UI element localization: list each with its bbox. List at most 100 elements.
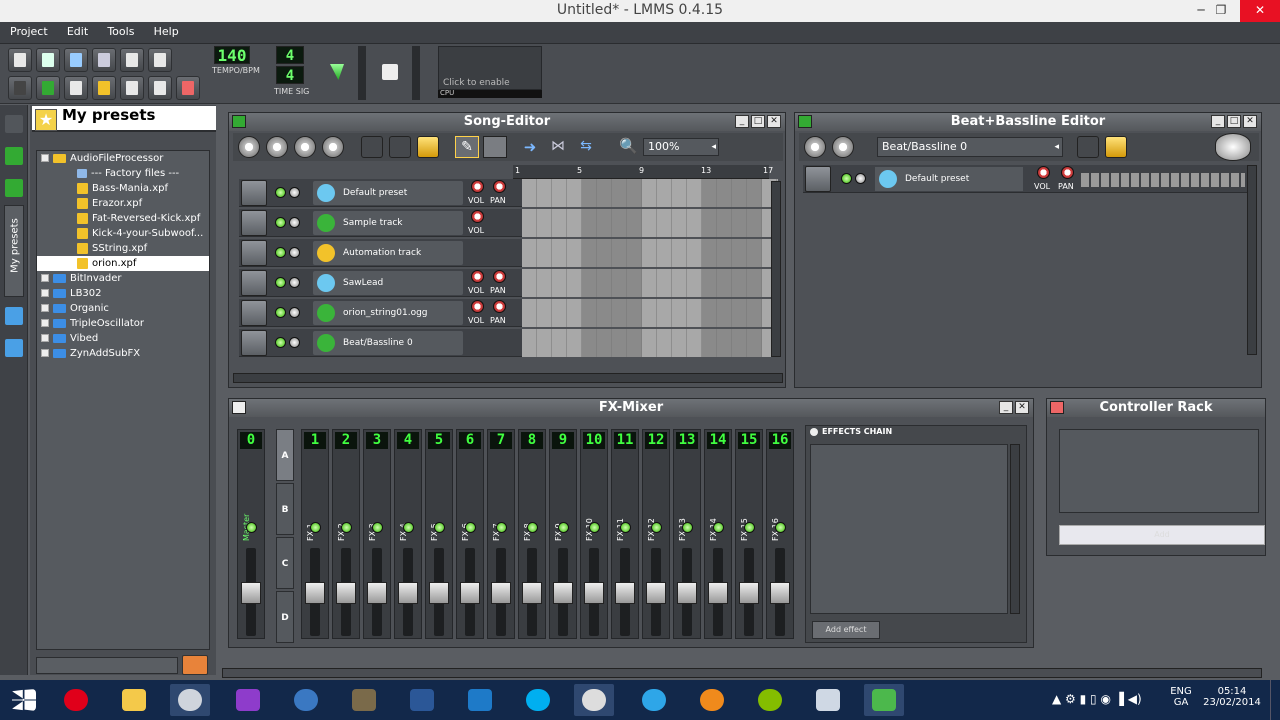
beat-track-mute-led[interactable] [841,173,852,184]
mixer-bank-tab[interactable]: A [276,429,294,481]
home-browser-tab[interactable] [5,307,23,325]
taskbar-xsplit[interactable] [692,684,732,716]
fx-channel[interactable]: 15FX 15 [735,429,763,639]
open-project-button[interactable] [64,48,88,72]
track-pattern-area[interactable] [522,209,778,237]
beat-stop-button[interactable] [832,136,854,158]
track-name-button[interactable]: Automation track [313,241,463,265]
tree-item[interactable]: TripleOscillator [37,316,209,331]
track-pattern-area[interactable] [522,299,778,327]
tree-item[interactable]: AudioFileProcessor [37,151,209,166]
taskbar-ie[interactable] [634,684,674,716]
taskbar-app[interactable] [460,684,500,716]
beat-editor-toggle[interactable] [36,76,60,100]
channel-fader-handle[interactable] [241,582,261,604]
song-editor-hscroll[interactable] [233,373,783,383]
channel-fader-handle[interactable] [367,582,387,604]
master-volume-slider[interactable] [358,46,366,100]
tree-item[interactable]: Organic [37,301,209,316]
expand-toggle[interactable] [41,319,49,327]
master-pitch-slider[interactable] [412,46,420,100]
menu-tools[interactable]: Tools [101,22,140,41]
channel-mute-led[interactable] [434,522,445,533]
root-browser-tab[interactable] [5,115,23,133]
samples-browser-tab[interactable] [5,179,23,197]
beat-pan-knob[interactable] [1061,166,1074,179]
taskbar-skype[interactable] [518,684,558,716]
track-settings-button[interactable] [241,270,267,296]
zoom-select[interactable]: 100% ◂ [643,138,719,156]
system-tray-icons[interactable]: ▲ ⚙ ▮ ▯ ◉ ▐ ◀) [1052,692,1172,708]
taskbar-obs[interactable] [574,684,614,716]
track-pan-knob[interactable] [493,300,506,313]
channel-mute-led[interactable] [713,522,724,533]
fx-channel[interactable]: 16FX 16 [766,429,794,639]
tree-item[interactable]: --- Factory files --- [37,166,209,181]
channel-mute-led[interactable] [341,522,352,533]
add-effect-button[interactable]: Add effect [812,621,880,639]
beat-select[interactable]: Beat/Bassline 0 ◂ [877,137,1063,157]
add-automation-button[interactable] [1105,136,1127,158]
taskbar-media[interactable] [286,684,326,716]
track-name-button[interactable]: Beat/Bassline 0 [313,331,463,355]
loop-points-button[interactable]: ⋈ [549,138,567,156]
add-beat-button[interactable] [1077,136,1099,158]
recent-projects-button[interactable] [92,48,116,72]
channel-mute-led[interactable] [496,522,507,533]
expand-toggle[interactable] [41,334,49,342]
channel-fader-handle[interactable] [336,582,356,604]
beat-track-settings[interactable] [805,166,831,192]
clear-filter-button[interactable] [182,655,208,675]
piano-roll-toggle[interactable] [64,76,88,100]
channel-mute-led[interactable] [558,522,569,533]
show-desktop-button[interactable] [1270,680,1280,720]
tree-item[interactable]: Erazor.xpf [37,196,209,211]
language-indicator[interactable]: ENG GA [1168,686,1194,708]
fx-channel[interactable]: 2 FX 2 [332,429,360,639]
track-solo-led[interactable] [289,217,300,228]
beat-vol-knob[interactable] [1037,166,1050,179]
add-beat-track-button[interactable] [361,136,383,158]
track-settings-button[interactable] [241,300,267,326]
export-button[interactable] [148,48,172,72]
track-mute-led[interactable] [275,307,286,318]
master-channel[interactable]: 0Master [237,429,265,639]
tree-item[interactable]: orion.xpf [37,256,209,271]
channel-mute-led[interactable] [527,522,538,533]
taskbar-spotify[interactable] [750,684,790,716]
computer-browser-tab[interactable] [5,339,23,357]
fx-channel[interactable]: 8 FX 8 [518,429,546,639]
fx-channel[interactable]: 5 FX 5 [425,429,453,639]
track-settings-button[interactable] [241,330,267,356]
project-notes-toggle[interactable] [148,76,172,100]
track-vol-knob[interactable] [471,300,484,313]
track-vol-knob[interactable] [471,270,484,283]
track-name-button[interactable]: Sample track [313,211,463,235]
fx-channel[interactable]: 1 FX 1 [301,429,329,639]
add-sample-track-button[interactable] [389,136,411,158]
project-browser-tab[interactable] [5,147,23,165]
menu-edit[interactable]: Edit [61,22,94,41]
track-settings-button[interactable] [241,180,267,206]
tempo-display[interactable]: 140 [214,46,250,65]
channel-mute-led[interactable] [465,522,476,533]
effects-vscroll[interactable] [1010,444,1020,614]
tree-item[interactable]: Fat-Reversed-Kick.xpf [37,211,209,226]
beat-editor-maximize[interactable]: □ [1227,115,1241,128]
fx-mixer-minimize[interactable]: _ [999,401,1013,414]
track-solo-led[interactable] [289,277,300,288]
fx-channel[interactable]: 6 FX 6 [456,429,484,639]
close-button[interactable]: ✕ [1240,0,1280,22]
channel-fader-handle[interactable] [677,582,697,604]
track-vol-knob[interactable] [471,180,484,193]
song-editor-minimize[interactable]: _ [735,115,749,128]
track-pattern-area[interactable] [522,179,778,207]
stop-behaviour-button[interactable]: ⇆ [577,138,595,156]
tree-item[interactable]: ZynAddSubFX [37,346,209,361]
fx-mixer-close[interactable]: ✕ [1015,401,1029,414]
channel-mute-led[interactable] [651,522,662,533]
song-editor-toggle[interactable] [8,76,32,100]
taskbar-lmms[interactable] [864,684,904,716]
beat-track-solo-led[interactable] [855,173,866,184]
track-mute-led[interactable] [275,187,286,198]
